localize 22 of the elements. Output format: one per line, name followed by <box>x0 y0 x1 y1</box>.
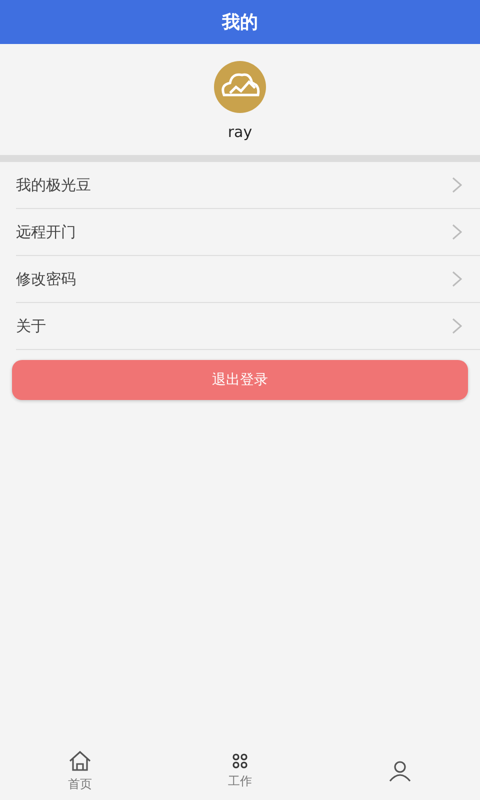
menu-item[interactable]: 远程开门 <box>16 209 480 256</box>
menu-label: 关于 <box>16 316 46 336</box>
menu-label: 我的极光豆 <box>16 176 91 194</box>
user-name: ray <box>228 122 252 140</box>
tab-label: 工作 <box>228 772 252 790</box>
grid-icon <box>232 752 248 768</box>
avatar-icon[interactable] <box>212 58 268 114</box>
page-title: 我的 <box>222 11 258 34</box>
home-icon <box>68 750 92 772</box>
tab-label: 首页 <box>68 776 92 792</box>
person-icon <box>388 760 412 782</box>
chevron-icon <box>452 318 462 334</box>
menu-label: 远程开门 <box>16 222 76 242</box>
menu-label: 修改密码 <box>16 270 76 288</box>
menu-item[interactable]: 关于 <box>16 303 480 350</box>
tab[interactable]: 首页 <box>0 742 160 800</box>
menu-item[interactable]: 修改密码 <box>16 256 480 303</box>
chevron-icon <box>452 271 462 287</box>
chevron-icon <box>452 224 462 240</box>
menu-item[interactable]: 我的极光豆 <box>16 162 480 209</box>
tab[interactable]: 工作 <box>160 742 320 800</box>
chevron-icon <box>452 177 462 193</box>
